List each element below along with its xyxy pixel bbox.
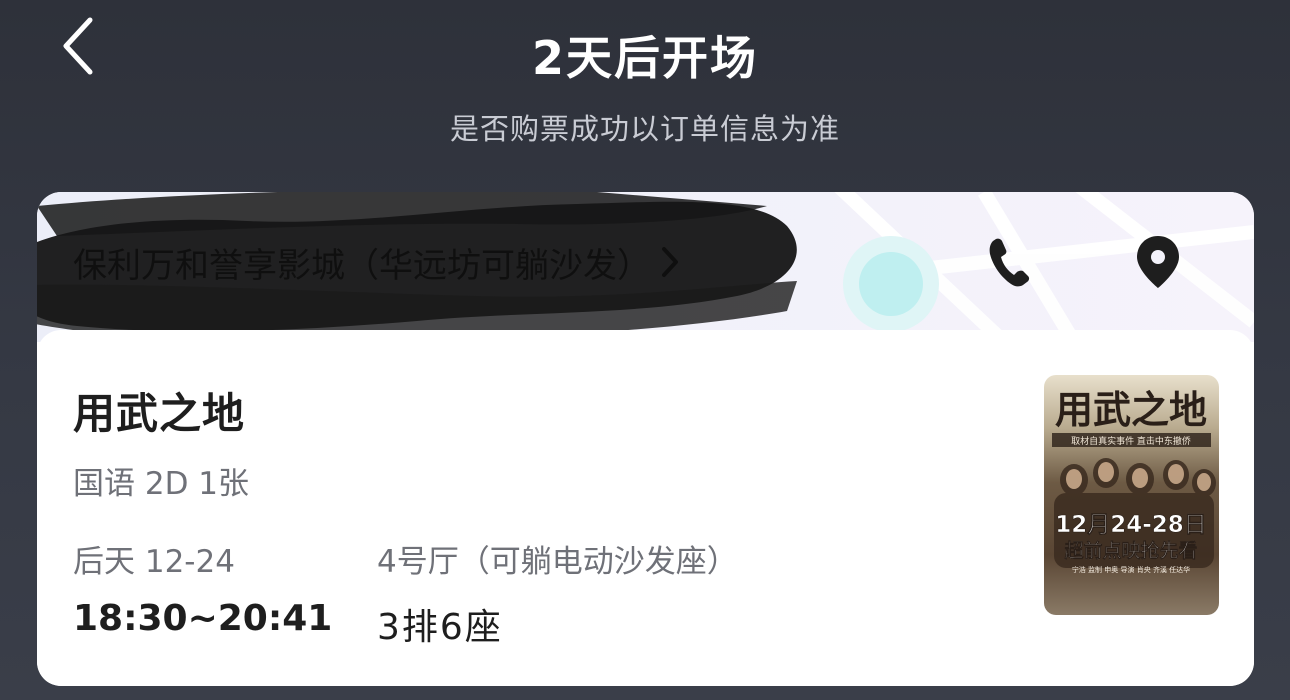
movie-poster[interactable]: 用武之地 取材自真实事件 直击中东撤侨 12月24-28日 超前点映抢先看 宁浩… xyxy=(1044,375,1219,615)
chevron-right-icon xyxy=(659,245,681,279)
cinema-name: 保利万和誉享影城（华远坊可躺沙发） xyxy=(73,245,651,286)
show-info-panel: 用武之地 国语 2D 1张 后天 12-24 18:30~20:41 4号厅（可… xyxy=(37,330,1254,686)
svg-text:12月24-28日: 12月24-28日 xyxy=(1055,512,1207,538)
cinema-link[interactable]: 保利万和誉享影城（华远坊可躺沙发） xyxy=(73,232,681,292)
cinema-bar: 保利万和誉享影城（华远坊可躺沙发） xyxy=(37,192,1254,342)
hall-name: 4号厅（可躺电动沙发座） xyxy=(377,544,738,580)
svg-text:宁浩 监制 申奥 导演 肖央 齐溪 任达华: 宁浩 监制 申奥 导演 肖央 齐溪 任达华 xyxy=(1072,565,1190,574)
seat-number: 3排6座 xyxy=(377,607,503,648)
show-day: 后天 12-24 xyxy=(73,544,235,580)
movie-title: 用武之地 xyxy=(73,389,246,438)
svg-text:取材自真实事件 直击中东撤侨: 取材自真实事件 直击中东撤侨 xyxy=(1071,435,1191,447)
phone-icon xyxy=(989,238,1030,287)
location-button[interactable] xyxy=(1128,232,1188,292)
header: 2天后开场 是否购票成功以订单信息为准 xyxy=(0,0,1290,190)
svg-text:超前点映抢先看: 超前点映抢先看 xyxy=(1063,539,1197,562)
movie-meta: 国语 2D 1张 xyxy=(73,466,250,502)
page-title: 2天后开场 xyxy=(531,31,758,85)
phone-button[interactable] xyxy=(979,232,1039,292)
svg-text:用武之地: 用武之地 xyxy=(1055,388,1207,432)
poster-image: 用武之地 取材自真实事件 直击中东撤侨 12月24-28日 超前点映抢先看 宁浩… xyxy=(1044,375,1219,615)
page-subtitle: 是否购票成功以订单信息为准 xyxy=(449,112,840,146)
show-time: 18:30~20:41 xyxy=(73,598,333,639)
location-pin-icon xyxy=(1137,236,1179,288)
ticket-card: 保利万和誉享影城（华远坊可躺沙发） 用武之地 国语 2D 1张 后天 12-24… xyxy=(37,192,1254,686)
